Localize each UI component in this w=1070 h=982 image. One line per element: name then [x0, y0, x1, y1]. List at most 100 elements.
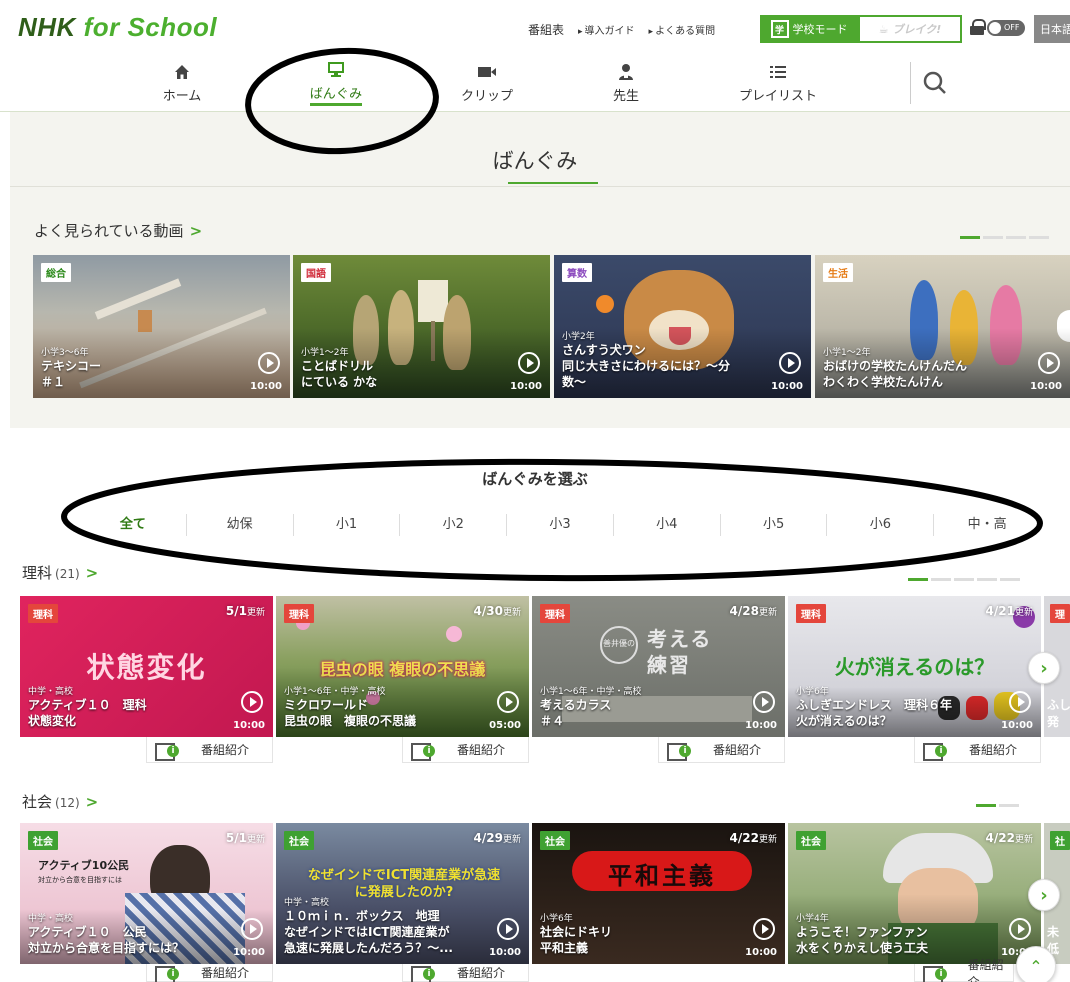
program-card[interactable]: アクティブ10公民 対立から合意を目指すには 社会 5/1更新 中学・高校 アク…	[20, 823, 273, 964]
nav-teacher[interactable]: 先生	[596, 56, 656, 110]
video-card[interactable]: 生活 小学1〜2年 おばけの学校たんけんだん わくわく学校たんけん 10:00	[815, 255, 1070, 398]
play-circle-icon[interactable]	[497, 918, 519, 940]
play-circle-icon[interactable]	[753, 691, 775, 713]
grade-filter-elementary-3[interactable]: 小3	[507, 514, 614, 536]
carousel-dot[interactable]	[999, 804, 1019, 807]
schedule-link[interactable]: 番組表	[528, 21, 564, 38]
program-card[interactable]: 平和主義 社会 4/22更新 小学6年 社会にドキリ 平和主義 10:00	[532, 823, 785, 964]
program-card[interactable]: 善井優の 考える練習 理科 4/28更新 小学1〜6年・中学・高校 考えるカラス…	[532, 596, 785, 737]
duration-label: 05:00	[489, 720, 521, 731]
grade-filter-elementary-1[interactable]: 小1	[294, 514, 401, 536]
play-circle-icon[interactable]	[258, 352, 280, 374]
grade-filter-elementary-6[interactable]: 小6	[827, 514, 935, 536]
school-mode-icon: 学	[770, 20, 789, 38]
nav-clip[interactable]: クリップ	[452, 56, 522, 110]
program-intro-button[interactable]: 番組紹介	[914, 737, 1041, 763]
social-section-title[interactable]: 社会 (12) >	[22, 791, 98, 812]
program-intro-button[interactable]: 番組紹介	[914, 958, 1014, 982]
program-card[interactable]: 昆虫の眼 複眼の不思議 理科 4/30更新 小学1〜6年・中学・高校 ミクロワー…	[276, 596, 529, 737]
popular-section-title[interactable]: よく見られている動画 >	[34, 220, 202, 241]
nav-bangumi[interactable]: ばんぐみ	[296, 56, 376, 110]
faq-link[interactable]: よくある質問	[649, 22, 715, 37]
carousel-dot[interactable]	[1000, 578, 1020, 581]
video-info: 小学1〜2年 ことばドリル にている かな	[301, 348, 378, 389]
program-info-icon	[155, 742, 179, 761]
updated-date: 5/1更新	[225, 604, 265, 618]
school-mode-button[interactable]: 学 学校モード	[760, 15, 858, 43]
carousel-dot[interactable]	[1006, 236, 1026, 239]
program-intro-button[interactable]: 番組紹介	[146, 737, 273, 763]
chevron-right-icon: >	[85, 793, 99, 811]
chevron-right-icon[interactable]: ›	[1028, 652, 1060, 684]
monitor-icon	[327, 61, 345, 79]
carousel-dot[interactable]	[954, 578, 974, 581]
program-intro-button[interactable]: 番組紹介	[146, 964, 273, 982]
grade-filter: 全て 幼保 小1 小2 小3 小4 小5 小6 中・高	[80, 514, 1040, 536]
updated-date: 4/30更新	[473, 604, 521, 618]
program-info-icon	[923, 742, 947, 761]
grade-filter-preschool[interactable]: 幼保	[187, 514, 294, 536]
duration-label: 10:00	[771, 381, 803, 392]
carousel-dot[interactable]	[976, 804, 996, 807]
program-card[interactable]: 火が消えるのは？ 理科 4/21更新 小学6年 ふしぎエンドレス 理科６年 火が…	[788, 596, 1041, 737]
carousel-dot[interactable]	[908, 578, 928, 581]
program-info-icon	[411, 965, 435, 982]
carousel-dot[interactable]	[931, 578, 951, 581]
thumbnail-title: 平和主義	[608, 862, 716, 890]
carousel-dot[interactable]	[960, 236, 980, 239]
program-info: 中学・高校 アクティブ１０ 公民 対立から合意を目指すには？	[28, 914, 185, 955]
program-intro-button[interactable]: 番組紹介	[402, 737, 529, 763]
program-intro-button[interactable]: 番組紹介	[402, 964, 529, 982]
carousel-dot[interactable]	[983, 236, 1003, 239]
video-card[interactable]: 国語 小学1〜2年 ことばドリル にている かな 10:00	[293, 255, 550, 398]
grade-filter-elementary-2[interactable]: 小2	[400, 514, 508, 536]
duration-label: 10:00	[745, 720, 777, 731]
search-icon[interactable]	[920, 68, 952, 100]
grade-filter-all[interactable]: 全て	[80, 514, 187, 536]
program-info-icon	[155, 965, 179, 982]
page-title: ばんぐみ	[492, 149, 578, 173]
play-circle-icon[interactable]	[241, 918, 263, 940]
play-circle-icon[interactable]	[1009, 918, 1031, 940]
program-info-icon	[411, 742, 435, 761]
subject-badge: 社会	[540, 831, 570, 850]
nav-playlist[interactable]: プレイリスト	[728, 56, 828, 110]
play-circle-icon[interactable]	[1009, 691, 1031, 713]
duration-label: 10:00	[233, 720, 265, 731]
carousel-dot[interactable]	[977, 578, 997, 581]
page-title-underline	[508, 182, 598, 184]
break-button[interactable]: ☕ ブレイク!	[858, 15, 962, 43]
subject-badge: 社会	[28, 831, 58, 850]
carousel-dot[interactable]	[1029, 236, 1049, 239]
chevron-up-icon[interactable]: ⌃	[1016, 946, 1056, 982]
program-card[interactable]: 社会 4/22更新 小学4年 ようこそ！ファンファン 水をくりかえし使う工夫 1…	[788, 823, 1041, 964]
play-circle-icon[interactable]	[497, 691, 519, 713]
video-card[interactable]: 算数 小学2年 さんすう犬ワン 同じ大きさにわけるには？〜分 数〜 10:00	[554, 255, 811, 398]
nhk-for-school-logo[interactable]: NHK for School	[18, 12, 217, 43]
play-circle-icon[interactable]	[779, 352, 801, 374]
program-info-icon	[923, 965, 947, 982]
play-circle-icon[interactable]	[753, 918, 775, 940]
program-card[interactable]: なぜインドでICT関連産業が急速に発展したのか? 社会 4/29更新 中学・高校…	[276, 823, 529, 964]
grade-filter-elementary-5[interactable]: 小5	[721, 514, 828, 536]
play-circle-icon[interactable]	[241, 691, 263, 713]
play-circle-icon[interactable]	[518, 352, 540, 374]
grade-filter-junior-senior-high[interactable]: 中・高	[934, 514, 1040, 536]
chevron-right-icon[interactable]: ›	[1028, 879, 1060, 911]
divider	[10, 186, 1070, 187]
carousel-indicator	[908, 578, 1020, 581]
grade-filter-elementary-4[interactable]: 小4	[614, 514, 721, 536]
play-circle-icon[interactable]	[1038, 352, 1060, 374]
program-card[interactable]: 状態変化 理科 5/1更新 中学・高校 アクティブ１０ 理科 状態変化 10:0…	[20, 596, 273, 737]
video-card[interactable]: 総合 小学3〜6年 テキシコー ＃１ 10:00	[33, 255, 290, 398]
science-section-title[interactable]: 理科 (21) >	[22, 562, 98, 583]
duration-label: 10:00	[510, 381, 542, 392]
nav-home[interactable]: ホーム	[150, 56, 214, 110]
lock-toggle[interactable]: OFF	[987, 20, 1025, 36]
select-programs-title: ばんぐみを選ぶ	[482, 470, 588, 488]
program-intro-button[interactable]: 番組紹介	[658, 737, 785, 763]
language-button[interactable]: 日本語	[1034, 15, 1070, 43]
duration-label: 10:00	[489, 947, 521, 958]
guide-link[interactable]: 導入ガイド	[578, 22, 635, 37]
program-info: 小学6年 ふしぎエンドレス 理科６年 火が消えるのは？	[796, 687, 953, 728]
